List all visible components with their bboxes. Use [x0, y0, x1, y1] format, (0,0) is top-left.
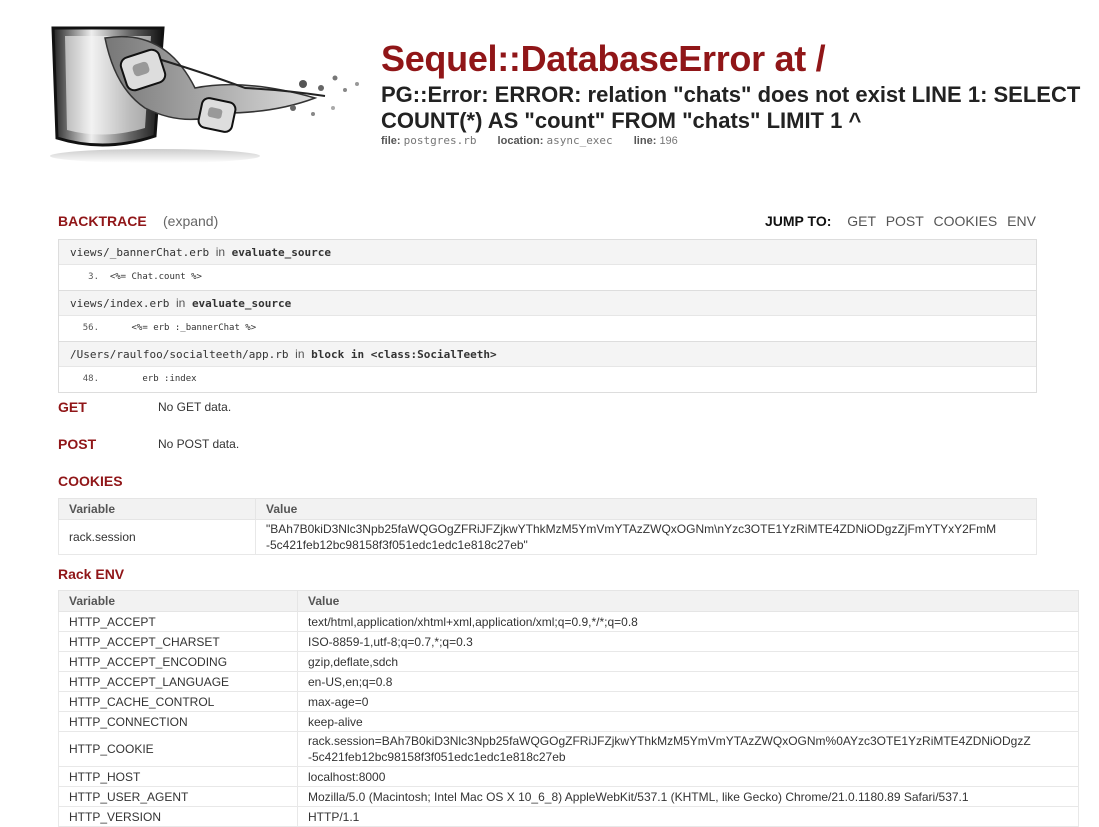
expand-link[interactable]: (expand) [163, 213, 218, 229]
post-heading: POST [58, 436, 97, 452]
code-line-number: 3. [88, 272, 99, 282]
env-value: ISO-8859-1,utf-8;q=0.7,*;q=0.3 [297, 631, 1079, 652]
rack-env-table: Variable Value HTTP_ACCEPT text/html,appl… [58, 590, 1079, 827]
env-name: HTTP_ACCEPT_LANGUAGE [58, 671, 298, 692]
env-value: keep-alive [297, 711, 1079, 732]
env-value-line: -5c421feb12bc98158f3f051edc1edc1e818c27e… [308, 750, 566, 764]
table-row: rack.session "BAh7B0kiD3Nlc3Npb25faWQGOg… [58, 519, 1037, 555]
env-name: HTTP_COOKIE [58, 731, 298, 767]
env-name: HTTP_HOST [58, 766, 298, 787]
cookie-value-line: "BAh7B0kiD3Nlc3Npb25faWQGOgZFRiJFZjkwYTh… [266, 522, 997, 536]
frame-file: /Users/raulfoo/socialteeth/app.rb [70, 348, 289, 361]
env-value: Mozilla/5.0 (Macintosh; Intel Mac OS X 1… [297, 786, 1079, 807]
code-line-number: 56. [82, 323, 99, 333]
frame-in: in [295, 347, 305, 361]
cookies-heading: COOKIES [58, 473, 123, 489]
table-row: HTTP_ACCEPT text/html,application/xhtml+x… [58, 611, 1079, 632]
table-row: HTTP_HOST localhost:8000 [58, 766, 1079, 787]
cookie-value-line: -5c421feb12bc98158f3f051edc1edc1e818c27e… [266, 538, 528, 552]
cookie-name: rack.session [58, 519, 256, 555]
post-empty-text: No POST data. [158, 437, 240, 451]
env-value: en-US,en;q=0.8 [297, 671, 1079, 692]
table-row: HTTP_COOKIE rack.session=BAh7B0kiD3Nlc3N… [58, 731, 1079, 767]
sinatra-logo [45, 18, 365, 163]
table-row: HTTP_ACCEPT_LANGUAGE en-US,en;q=0.8 [58, 671, 1079, 692]
line-label: line: [633, 135, 657, 147]
code-line: <%= Chat.count %> [109, 272, 202, 282]
frame-file: views/index.erb [70, 297, 170, 310]
cookie-value: "BAh7B0kiD3Nlc3Npb25faWQGOgZFRiJFZjkwYTh… [255, 519, 1037, 555]
table-row: HTTP_USER_AGENT Mozilla/5.0 (Macintosh; I… [58, 786, 1079, 807]
frame-method: evaluate_source [231, 246, 332, 259]
jump-link-env[interactable]: ENV [1007, 213, 1036, 229]
glass-splash-icon [50, 26, 359, 163]
frame-in: in [175, 296, 186, 310]
col-variable-header: Variable [58, 590, 298, 612]
jump-link-post[interactable]: POST [886, 213, 924, 229]
table-header-row: Variable Value [58, 498, 1037, 520]
backtrace-frame[interactable]: views/index.erb in evaluate_source [59, 290, 1036, 315]
env-value: HTTP/1.1 [297, 806, 1079, 827]
table-row: HTTP_VERSION HTTP/1.1 [58, 806, 1079, 827]
table-row: HTTP_CACHE_CONTROL max-age=0 [58, 691, 1079, 712]
backtrace-frame[interactable]: /Users/raulfoo/socialteeth/app.rb in blo… [59, 341, 1036, 366]
env-name: HTTP_ACCEPT_CHARSET [58, 631, 298, 652]
env-value-line: rack.session=BAh7B0kiD3Nlc3Npb25faWQGOgZ… [308, 734, 1031, 748]
error-title: Sequel::DatabaseError at / [381, 38, 826, 79]
code-line-number: 48. [82, 374, 99, 384]
cookies-table: Variable Value rack.session "BAh7B0kiD3N… [58, 498, 1037, 555]
backtrace-frame[interactable]: views/_bannerChat.erb in evaluate_source [59, 240, 1036, 264]
env-value: rack.session=BAh7B0kiD3Nlc3Npb25faWQGOgZ… [297, 731, 1079, 767]
code-line: <%= erb :_bannerChat %> [109, 323, 257, 333]
get-empty-text: No GET data. [158, 400, 232, 414]
frame-in: in [215, 245, 226, 259]
col-value-header: Value [255, 498, 1037, 520]
jump-link-get[interactable]: GET [847, 213, 876, 229]
code-context: 48. erb :index [59, 366, 1036, 392]
col-value-header: Value [297, 590, 1079, 612]
code-context: 3. <%= Chat.count %> [59, 264, 1036, 290]
error-message: PG::Error: ERROR: relation "chats" does … [381, 82, 1081, 133]
frame-method: block in <class:SocialTeeth> [311, 348, 497, 361]
env-name: HTTP_USER_AGENT [58, 786, 298, 807]
env-name: HTTP_CONNECTION [58, 711, 298, 732]
backtrace-list: views/_bannerChat.erb in evaluate_source… [58, 239, 1037, 393]
col-variable-header: Variable [58, 498, 256, 520]
env-name: HTTP_VERSION [58, 806, 298, 827]
jump-to-label: JUMP TO: [765, 213, 832, 229]
jump-link-cookies[interactable]: COOKIES [933, 213, 997, 229]
get-heading: GET [58, 399, 87, 415]
table-row: HTTP_ACCEPT_CHARSET ISO-8859-1,utf-8;q=0.… [58, 631, 1079, 652]
backtrace-heading: BACKTRACE [58, 213, 147, 229]
table-header-row: Variable Value [58, 590, 1079, 612]
error-location-info: file: postgres.rb location: async_exec l… [381, 134, 696, 147]
frame-file: views/_bannerChat.erb [70, 246, 210, 259]
code-context: 56. <%= erb :_bannerChat %> [59, 315, 1036, 341]
table-row: HTTP_CONNECTION keep-alive [58, 711, 1079, 732]
env-value: localhost:8000 [297, 766, 1079, 787]
file-value: postgres.rb [403, 134, 477, 147]
env-name: HTTP_CACHE_CONTROL [58, 691, 298, 712]
env-value: max-age=0 [297, 691, 1079, 712]
env-name: HTTP_ACCEPT [58, 611, 298, 632]
frame-method: evaluate_source [191, 297, 292, 310]
line-value: 196 [659, 135, 678, 147]
location-label: location: [497, 135, 544, 147]
code-line: erb :index [109, 374, 197, 384]
file-label: file: [381, 135, 401, 147]
env-value: gzip,deflate,sdch [297, 651, 1079, 672]
rack-env-heading: Rack ENV [58, 566, 125, 582]
location-value: async_exec [546, 134, 613, 147]
env-name: HTTP_ACCEPT_ENCODING [58, 651, 298, 672]
env-value: text/html,application/xhtml+xml,applicat… [297, 611, 1079, 632]
table-row: HTTP_ACCEPT_ENCODING gzip,deflate,sdch [58, 651, 1079, 672]
jump-to-nav: JUMP TO: GET POST COOKIES ENV [765, 213, 1036, 229]
